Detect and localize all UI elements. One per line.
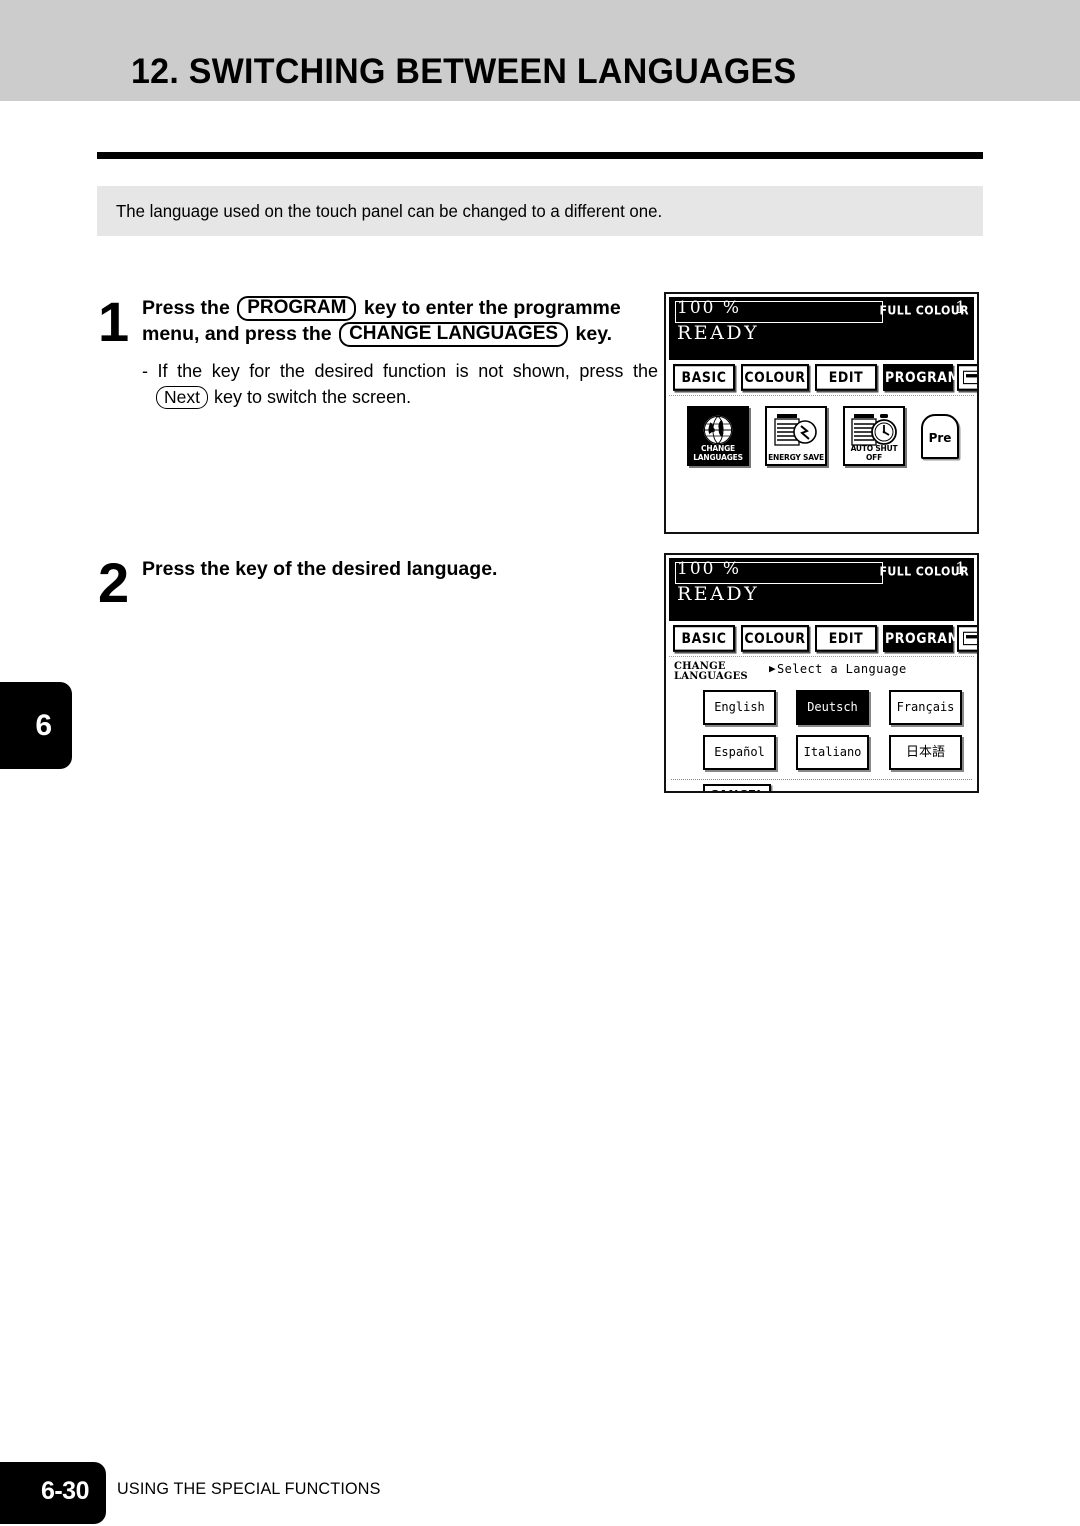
lcd2-tab-row: BASIC COLOUR EDIT PROGRAM <box>669 623 977 653</box>
lcd2-status-bar: 100 % 1 FULL COLOUR READY <box>669 558 974 621</box>
lcd1-zoom-ratio: 100 % <box>677 298 742 318</box>
step-2-heading: Press the key of the desired language. <box>142 558 498 580</box>
screen-keypad-icon[interactable] <box>957 364 977 391</box>
lcd1-tab-row: BASIC COLOUR EDIT PROGRAM <box>669 362 977 392</box>
lcd2-ready-status: READY <box>677 583 760 605</box>
step-2-number: 2 <box>98 551 129 614</box>
step-1-text-c: menu, and press the <box>142 323 332 345</box>
prompt-arrow-icon: ▶ <box>769 662 777 675</box>
globe-icon <box>703 415 733 445</box>
lcd2-tab-edit[interactable]: EDIT <box>815 625 877 652</box>
lcd2-prompt-text: Select a Language <box>777 662 907 676</box>
lcd1-tab-basic[interactable]: BASIC <box>673 364 735 391</box>
page-title: 12. SWITCHING BETWEEN LANGUAGES <box>131 52 797 91</box>
lcd1-energy-save-label: ENERGY SAVE <box>768 452 824 462</box>
footer-section-title: USING THE SPECIAL FUNCTIONS <box>117 1479 381 1498</box>
lcd1-auto-shut-off-button[interactable]: AUTO SHUT OFF <box>843 406 905 466</box>
change-languages-keycap: CHANGE LANGUAGES <box>339 322 569 347</box>
lcd2-language-english[interactable]: English <box>703 690 776 725</box>
lcd1-ready-status: READY <box>677 322 760 344</box>
energy-save-icon <box>774 414 817 446</box>
lcd2-prompt: ▶Select a Language <box>769 662 907 676</box>
auto-shut-off-icon <box>851 414 897 446</box>
footer-page-number: 6-30 <box>40 1477 90 1505</box>
chapter-tab: 6 <box>0 682 72 769</box>
lcd1-preset-tag[interactable]: Pre <box>921 414 959 459</box>
lcd2-tab-colour[interactable]: COLOUR <box>741 625 809 652</box>
lcd2-tab-basic[interactable]: BASIC <box>673 625 735 652</box>
lcd2-colour-mode: FULL COLOUR <box>879 564 969 579</box>
lcd1-auto-shut-off-label: AUTO SHUT OFF <box>850 444 898 462</box>
next-keycap: Next <box>156 386 208 409</box>
lcd1-status-bar: 100 % 1 FULL COLOUR READY <box>669 297 974 360</box>
lcd1-change-languages-label: CHANGE LANGUAGES <box>693 444 743 462</box>
lcd2-language-espanol[interactable]: Español <box>703 735 776 770</box>
lcd2-language-italiano[interactable]: Italiano <box>796 735 869 770</box>
lcd1-tab-edit[interactable]: EDIT <box>815 364 877 391</box>
lcd2-mode-label: CHANGE LANGUAGES <box>674 661 748 682</box>
lcd2-tab-program[interactable]: PROGRAM <box>883 625 960 652</box>
lcd1-colour-mode: FULL COLOUR <box>879 303 969 318</box>
step-1-text-b: key to enter the programme <box>363 297 621 319</box>
touch-panel-screenshot-1: 100 % 1 FULL COLOUR READY BASIC COLOUR E… <box>664 292 979 534</box>
lcd1-change-languages-button[interactable]: CHANGE LANGUAGES <box>687 406 749 466</box>
step-1-heading: Press the PROGRAM key to enter the progr… <box>142 295 621 347</box>
screen-keypad-icon[interactable] <box>957 625 977 652</box>
footer-page-tab: 6-30 <box>0 1462 106 1524</box>
lcd1-function-area: CHANGE LANGUAGES ENERGY SAVE AUTO SHUT O… <box>669 395 974 532</box>
step-1-note-text-b: key to switch the screen. <box>214 387 412 407</box>
lcd2-language-francais[interactable]: Français <box>889 690 962 725</box>
lcd1-energy-save-button[interactable]: ENERGY SAVE <box>765 406 827 466</box>
lcd1-tab-colour[interactable]: COLOUR <box>741 364 809 391</box>
step-1-text-a: Press the <box>142 297 230 319</box>
step-1-note-line-2: Next key to switch the screen. <box>142 384 660 410</box>
header-divider-rule <box>97 152 983 159</box>
intro-text: The language used on the touch panel can… <box>116 201 663 221</box>
step-1-note-line-1: - If the key for the desired function is… <box>142 361 658 381</box>
lcd2-zoom-ratio: 100 % <box>677 559 742 579</box>
lcd2-divider <box>671 779 972 780</box>
step-1-number: 1 <box>98 290 129 353</box>
lcd2-cancel-button[interactable]: CANCEL <box>703 784 771 791</box>
touch-panel-screenshot-2: 100 % 1 FULL COLOUR READY BASIC COLOUR E… <box>664 553 979 793</box>
step-1-note: - If the key for the desired function is… <box>142 358 660 410</box>
lcd2-language-japanese[interactable]: 日本語 <box>889 735 962 770</box>
step-1-text-d: key. <box>575 323 613 345</box>
lcd1-preset-tag-label: Pre <box>928 431 952 445</box>
chapter-tab-number: 6 <box>35 708 52 742</box>
lcd2-language-deutsch[interactable]: Deutsch <box>796 690 869 725</box>
program-keycap: PROGRAM <box>237 296 357 321</box>
lcd2-language-area: CHANGE LANGUAGES ▶Select a Language Engl… <box>669 656 974 791</box>
lcd1-tab-program[interactable]: PROGRAM <box>883 364 960 391</box>
